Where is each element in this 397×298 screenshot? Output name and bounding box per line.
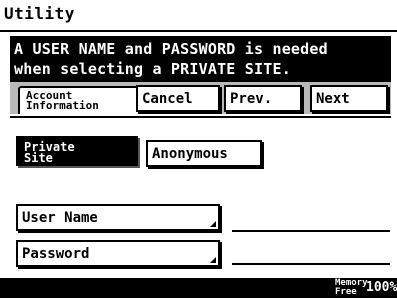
divider [10, 116, 391, 118]
memory-free-label: Memory Free [335, 279, 368, 297]
memory-label-line-2: Free [335, 287, 357, 297]
password-button[interactable]: Password [16, 240, 220, 267]
prev-button[interactable]: Prev. [224, 85, 302, 112]
private-site-button[interactable]: Private Site [16, 136, 138, 166]
instruction-message: A USER NAME and PASSWORD is needed when … [10, 36, 391, 82]
private-site-line-2: Site [24, 151, 53, 165]
memory-free-value: 100% [366, 280, 397, 295]
tab-label-line-2: Information [26, 99, 99, 112]
tab-account-information[interactable]: Account Information [18, 86, 145, 114]
cancel-button[interactable]: Cancel [136, 85, 220, 112]
window-title: Utility [4, 4, 75, 23]
password-value-line [232, 263, 390, 265]
message-line-1: A USER NAME and PASSWORD is needed [14, 40, 328, 58]
user-name-button[interactable]: User Name [16, 204, 220, 231]
message-line-2: when selecting a PRIVATE SITE. [14, 60, 291, 78]
next-button[interactable]: Next [310, 85, 388, 112]
user-name-value-line [232, 230, 390, 232]
status-bar: Memory Free 100% [0, 278, 397, 298]
anonymous-button[interactable]: Anonymous [146, 140, 262, 167]
title-bar: Utility [0, 0, 397, 32]
